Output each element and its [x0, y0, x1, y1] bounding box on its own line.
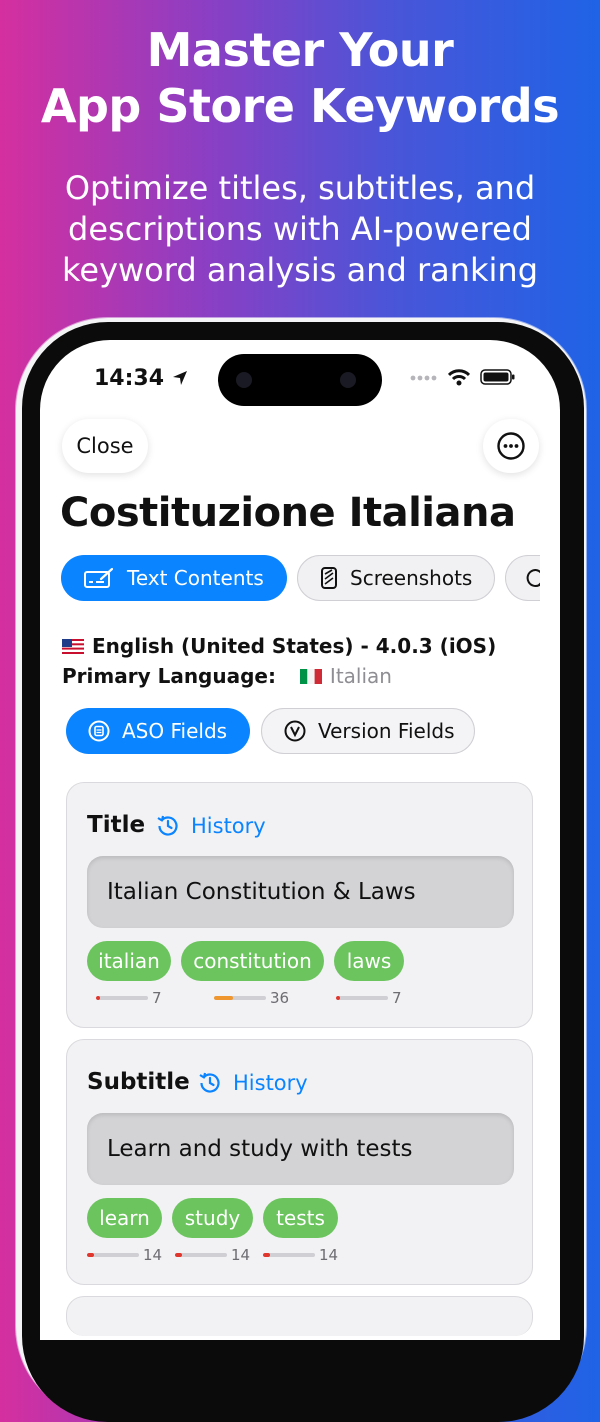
title-card: Title History Italian Constitution & Law… — [66, 782, 533, 1028]
version-icon — [284, 720, 306, 742]
history-icon — [157, 815, 178, 836]
italy-flag-icon — [299, 669, 322, 684]
hero-subtitle-line-2: descriptions with AI-powered — [68, 210, 532, 248]
segment-aso-fields[interactable]: ASO Fields — [66, 708, 250, 754]
keyword-rank-meter: 7 — [336, 989, 402, 1007]
segment-aso-fields-label: ASO Fields — [122, 719, 228, 743]
hero-subtitle-line-3: keyword analysis and ranking — [61, 251, 538, 289]
keyword-rank-meter: 14 — [87, 1246, 163, 1264]
rank-track — [175, 1253, 227, 1257]
subtitle-history-label: History — [233, 1071, 308, 1095]
sensor-icon — [340, 372, 356, 388]
rank-score: 14 — [143, 1246, 163, 1264]
page-title: Costituzione Italiana — [60, 490, 516, 536]
wifi-icon — [448, 368, 470, 385]
title-history-button[interactable]: History — [155, 813, 266, 839]
segment-version-fields-label: Version Fields — [318, 719, 455, 743]
rank-score: 7 — [152, 989, 162, 1007]
rank-score: 36 — [270, 989, 290, 1007]
hero-title-line-1: Master Your — [146, 23, 454, 77]
keyword-chip[interactable]: tests — [263, 1198, 338, 1238]
location-arrow-icon — [172, 371, 187, 385]
hero-subtitle: Optimize titles, subtitles, and descript… — [40, 168, 560, 291]
keyword-chip[interactable]: learn — [87, 1198, 162, 1238]
rank-track — [87, 1253, 139, 1257]
hero-title-line-2: App Store Keywords — [40, 79, 560, 133]
rank-fill — [336, 996, 340, 1000]
screenshot-icon — [320, 566, 338, 590]
status-time-text: 14:34 — [94, 366, 165, 391]
rank-score: 14 — [319, 1246, 339, 1264]
current-language-text: English (United States) - 4.0.3 (iOS) — [92, 634, 497, 658]
title-history-label: History — [191, 814, 266, 838]
rank-fill — [263, 1253, 271, 1257]
us-flag-icon — [62, 639, 84, 654]
primary-language: Primary Language: Italian — [62, 664, 392, 688]
rank-fill — [96, 996, 100, 1000]
rank-fill — [214, 996, 233, 1000]
camera-icon — [236, 372, 252, 388]
hero-title: Master Your App Store Keywords — [0, 22, 600, 134]
title-input[interactable]: Italian Constitution & Laws — [87, 856, 514, 928]
keyword-chip[interactable]: constitution — [181, 941, 324, 981]
rank-track — [214, 996, 266, 1000]
tab-screenshots[interactable]: Screenshots — [297, 555, 495, 601]
title-label: Title — [87, 812, 146, 838]
rank-fill — [175, 1253, 183, 1257]
rank-track — [336, 996, 388, 1000]
status-icons — [410, 368, 516, 386]
keyword-rank-meter: 7 — [96, 989, 162, 1007]
close-button[interactable]: Close — [62, 419, 148, 473]
subtitle-card: Subtitle History Learn and study with te… — [66, 1039, 533, 1285]
hero-subtitle-line-1: Optimize titles, subtitles, and — [64, 169, 536, 207]
tab-text-contents-label: Text Contents — [127, 566, 264, 590]
close-button-label: Close — [76, 434, 134, 458]
ellipsis-circle-icon — [497, 432, 525, 460]
segment-version-fields[interactable]: Version Fields — [261, 708, 475, 754]
text-edit-icon — [83, 567, 115, 589]
subtitle-label: Subtitle — [87, 1069, 190, 1095]
status-time: 14:34 — [94, 366, 188, 391]
aso-fields-icon — [88, 720, 110, 742]
next-card — [66, 1296, 533, 1336]
rank-track — [263, 1253, 315, 1257]
rank-fill — [87, 1253, 95, 1257]
primary-language-label: Primary Language: — [62, 664, 276, 688]
history-icon — [199, 1072, 220, 1093]
dynamic-island — [218, 354, 382, 406]
keyword-rank-meter: 14 — [263, 1246, 339, 1264]
keyword-chip[interactable]: laws — [334, 941, 404, 981]
subtitle-history-button[interactable]: History — [197, 1070, 308, 1096]
keyword-chip[interactable]: italian — [87, 941, 171, 981]
primary-language-value: Italian — [329, 664, 392, 688]
keyword-rank-meter: 36 — [214, 989, 290, 1007]
battery-icon — [480, 369, 515, 385]
rank-score: 14 — [231, 1246, 251, 1264]
more-options-button[interactable] — [483, 419, 539, 473]
keyword-rank-meter: 14 — [175, 1246, 251, 1264]
cellular-signal-icon — [410, 375, 437, 381]
keyword-chip[interactable]: study — [172, 1198, 253, 1238]
rank-score: 7 — [392, 989, 402, 1007]
chat-bubble-icon — [526, 568, 540, 588]
tab-screenshots-label: Screenshots — [350, 566, 473, 590]
rank-track — [96, 996, 148, 1000]
subtitle-input[interactable]: Learn and study with tests — [87, 1113, 514, 1185]
tab-text-contents[interactable]: Text Contents — [61, 555, 287, 601]
current-language: English (United States) - 4.0.3 (iOS) — [62, 634, 496, 658]
